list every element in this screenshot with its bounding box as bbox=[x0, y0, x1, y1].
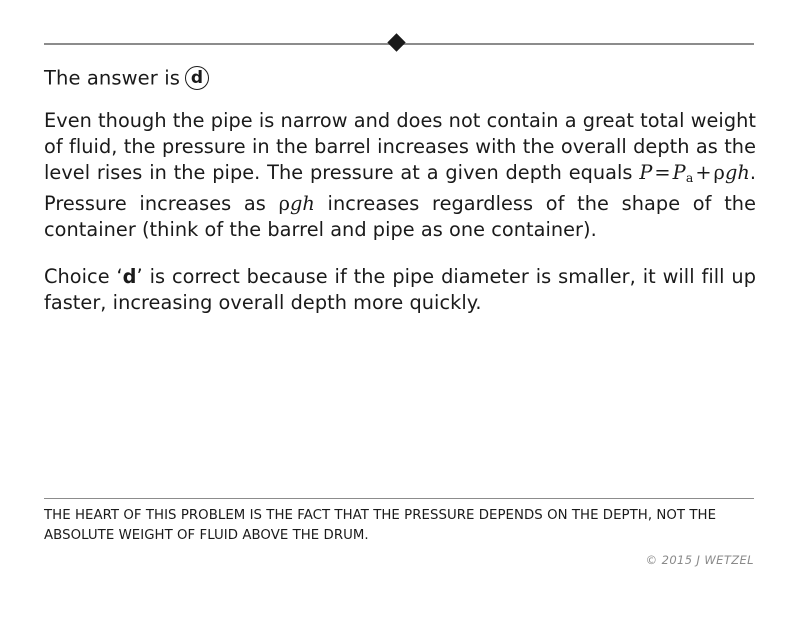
equation-rho: ρ bbox=[713, 160, 725, 184]
diamond-icon bbox=[387, 33, 406, 52]
answer-prefix-label: The answer is bbox=[44, 66, 180, 90]
explanation-body: Even though the pipe is narrow and does … bbox=[44, 108, 756, 316]
footer-note: THE HEART OF THIS PROBLEM IS THE FACT TH… bbox=[44, 508, 717, 543]
inline-rho-gh: ρgh bbox=[279, 192, 315, 215]
answer-line: The answer is d bbox=[44, 65, 209, 92]
equation-gh: gh bbox=[724, 160, 750, 184]
copyright-notice: © 2015 J WETZEL bbox=[645, 553, 754, 567]
explanation-paragraph-1: Even though the pipe is narrow and does … bbox=[44, 108, 756, 242]
answer-choice-badge: d bbox=[184, 65, 209, 90]
equation-P-atm: P bbox=[672, 160, 686, 184]
equation-plus: + bbox=[695, 160, 712, 184]
choice-text-after: ’ is correct because if the pipe diamete… bbox=[44, 265, 756, 315]
inline-rho: ρ bbox=[278, 191, 290, 215]
footer-rule-line bbox=[44, 498, 754, 500]
inline-gh: gh bbox=[289, 191, 315, 215]
equation-P: P bbox=[639, 160, 653, 184]
explanation-paragraph-2: Choice ‘d’ is correct because if the pip… bbox=[44, 264, 756, 316]
choice-letter: d bbox=[122, 265, 137, 289]
choice-text-before: Choice ‘ bbox=[44, 265, 123, 289]
slide-page: The answer is d Even though the pipe is n… bbox=[0, 0, 800, 617]
pressure-equation: P = Pa + ρgh bbox=[639, 160, 750, 186]
top-divider bbox=[44, 33, 754, 52]
equation-equals: = bbox=[654, 160, 671, 184]
